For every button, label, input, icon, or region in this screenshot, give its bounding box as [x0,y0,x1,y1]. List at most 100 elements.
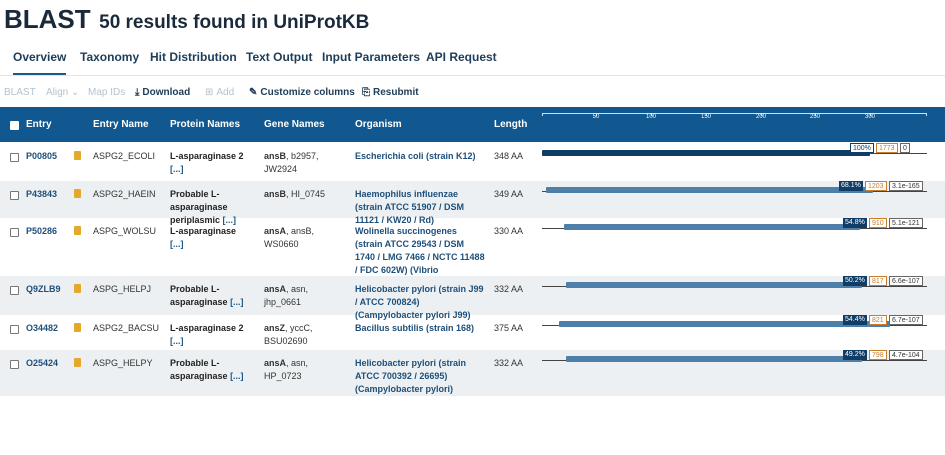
resubmit-button[interactable]: ⎘ Resubmit [362,87,419,98]
download-button[interactable]: ⤓ Download [135,87,190,98]
tab-text-output[interactable]: Text Output [246,50,312,73]
results-tabs: Overview Taxonomy Hit Distribution Text … [0,44,945,76]
map-ids-button[interactable]: Map IDs [88,87,125,98]
alignment-track[interactable]: 54.8% 910 5.1e-121 [542,218,927,276]
identity-badge: 49.2% [843,350,867,360]
row-checkbox[interactable] [10,228,19,237]
align-label: Align [46,87,69,98]
hit-bar[interactable] [566,356,862,362]
gene-names: ansZ, yccC, BSU02690 [264,322,346,348]
reviewed-icon [74,323,81,332]
hit-bar[interactable] [564,224,860,230]
column-entry-name[interactable]: Entry Name [93,119,149,130]
alignment-track[interactable]: 100% 1773 0 [542,143,927,181]
protein-name-text: Probable L-asparaginase [170,284,228,307]
entry-name: ASPG2_ECOLI [93,151,156,161]
column-entry[interactable]: Entry [26,119,52,130]
pencil-icon: ✎ [249,87,258,98]
axis-tick-label: 50 [592,114,600,120]
axis-tick-label: 200 [755,114,767,120]
tab-overview[interactable]: Overview [13,50,67,75]
blast-button[interactable]: BLAST [4,87,36,98]
row-checkbox[interactable] [10,286,19,295]
primary-gene: ansA [264,358,287,368]
protein-more-link[interactable]: [...] [170,239,184,249]
entry-link[interactable]: Q9ZLB9 [26,283,61,296]
table-header: Entry Entry Name Protein Names Gene Name… [0,107,945,142]
evalue-badge: 0 [900,143,910,153]
primary-gene: ansB [264,151,287,161]
gene-names: ansA, asn, HP_0723 [264,357,346,383]
chevron-down-icon: ⌄ [71,87,80,98]
tab-input-parameters[interactable]: Input Parameters [322,50,420,73]
organism-link[interactable]: Escherichia coli (strain K12) [355,150,485,163]
organism-link[interactable]: Bacillus subtilis (strain 168) [355,322,485,335]
alignment-track[interactable]: 68.1% 1203 3.1e-165 [542,181,927,218]
customize-columns-button[interactable]: ✎ Customize columns [249,87,355,98]
column-gene-names[interactable]: Gene Names [264,119,325,130]
protein-name-text: L-asparaginase [170,226,237,236]
column-organism[interactable]: Organism [355,119,402,130]
entry-link[interactable]: O34482 [26,322,58,335]
tab-api-request[interactable]: API Request [426,50,497,73]
add-button[interactable]: ⊞ Add [205,87,234,98]
entry-name: ASPG_WOLSU [93,226,157,236]
sequence-length: 375 AA [494,323,524,333]
protein-more-link[interactable]: [...] [230,371,244,381]
resubmit-icon: ⎘ [362,87,370,98]
evalue-badge: 4.7e-104 [889,350,923,360]
table-row[interactable]: Q9ZLB9 ASPG_HELPJ Probable L-asparaginase … [0,276,945,320]
sequence-length: 349 AA [494,189,524,199]
protein-name-text: Probable L-asparaginase [170,358,228,381]
entry-link[interactable]: P50286 [26,225,57,238]
axis-tick-label: 150 [700,114,712,120]
protein-name: L-asparaginase [...] [170,225,252,251]
sequence-length: 330 AA [494,226,524,236]
alignment-track[interactable]: 50.2% 817 6.6e-107 [542,276,927,315]
entry-link[interactable]: P43843 [26,188,57,201]
table-row[interactable]: O25424 ASPG_HELPY Probable L-asparaginase … [0,350,945,396]
tab-taxonomy[interactable]: Taxonomy [80,50,139,73]
sequence-length: 332 AA [494,358,524,368]
axis-tick-label: 100 [645,114,657,120]
evalue-badge: 6.6e-107 [889,276,923,286]
entry-link[interactable]: O25424 [26,357,58,370]
tab-hit-distribution[interactable]: Hit Distribution [150,50,237,73]
evalue-badge: 3.1e-165 [889,181,923,191]
row-checkbox[interactable] [10,325,19,334]
protein-name: Probable L-asparaginase [...] [170,357,252,383]
row-checkbox[interactable] [10,191,19,200]
reviewed-icon [74,284,81,293]
protein-name: Probable L-asparaginase [...] [170,283,252,309]
primary-gene: ansB [264,189,287,199]
hit-bar[interactable] [559,321,890,327]
entry-link[interactable]: P00805 [26,150,57,163]
protein-name: L-asparaginase 2 [...] [170,150,252,176]
row-checkbox[interactable] [10,360,19,369]
select-all-checkbox[interactable] [10,121,19,130]
hit-bar[interactable] [546,187,873,193]
protein-more-link[interactable]: [...] [170,164,184,174]
organism-link[interactable]: Helicobacter pylori (strain ATCC 700392 … [355,357,485,396]
column-protein-names[interactable]: Protein Names [170,119,240,130]
table-row[interactable]: O34482 ASPG2_BACSU L-asparaginase 2 [...] a… [0,315,945,350]
gene-names: ansA, ansB, WS0660 [264,225,346,251]
row-checkbox[interactable] [10,153,19,162]
align-button[interactable]: Align ⌄ [46,87,79,98]
protein-more-link[interactable]: [...] [170,336,184,346]
table-row[interactable]: P00805 ASPG2_ECOLI L-asparaginase 2 [...] a… [0,143,945,181]
alignment-track[interactable]: 49.2% 798 4.7e-104 [542,350,927,396]
gene-names: ansB, b2957, JW2924 [264,150,346,176]
identity-badge: 54.4% [843,315,867,325]
page-title: BLAST [4,4,91,34]
add-label: Add [216,87,235,98]
hit-bar[interactable] [566,282,862,288]
table-row[interactable]: P50286 ASPG_WOLSU L-asparaginase [...] ansA… [0,218,945,288]
axis-tick-label: 250 [809,114,821,120]
alignment-track[interactable]: 54.4% 821 6.7e-107 [542,315,927,350]
hit-bar[interactable] [542,150,870,156]
protein-more-link[interactable]: [...] [230,297,244,307]
table-row[interactable]: P43843 ASPG2_HAEIN Probable L-asparaginase… [0,181,945,225]
entry-name: ASPG2_BACSU [93,323,160,333]
column-length[interactable]: Length [494,119,527,130]
